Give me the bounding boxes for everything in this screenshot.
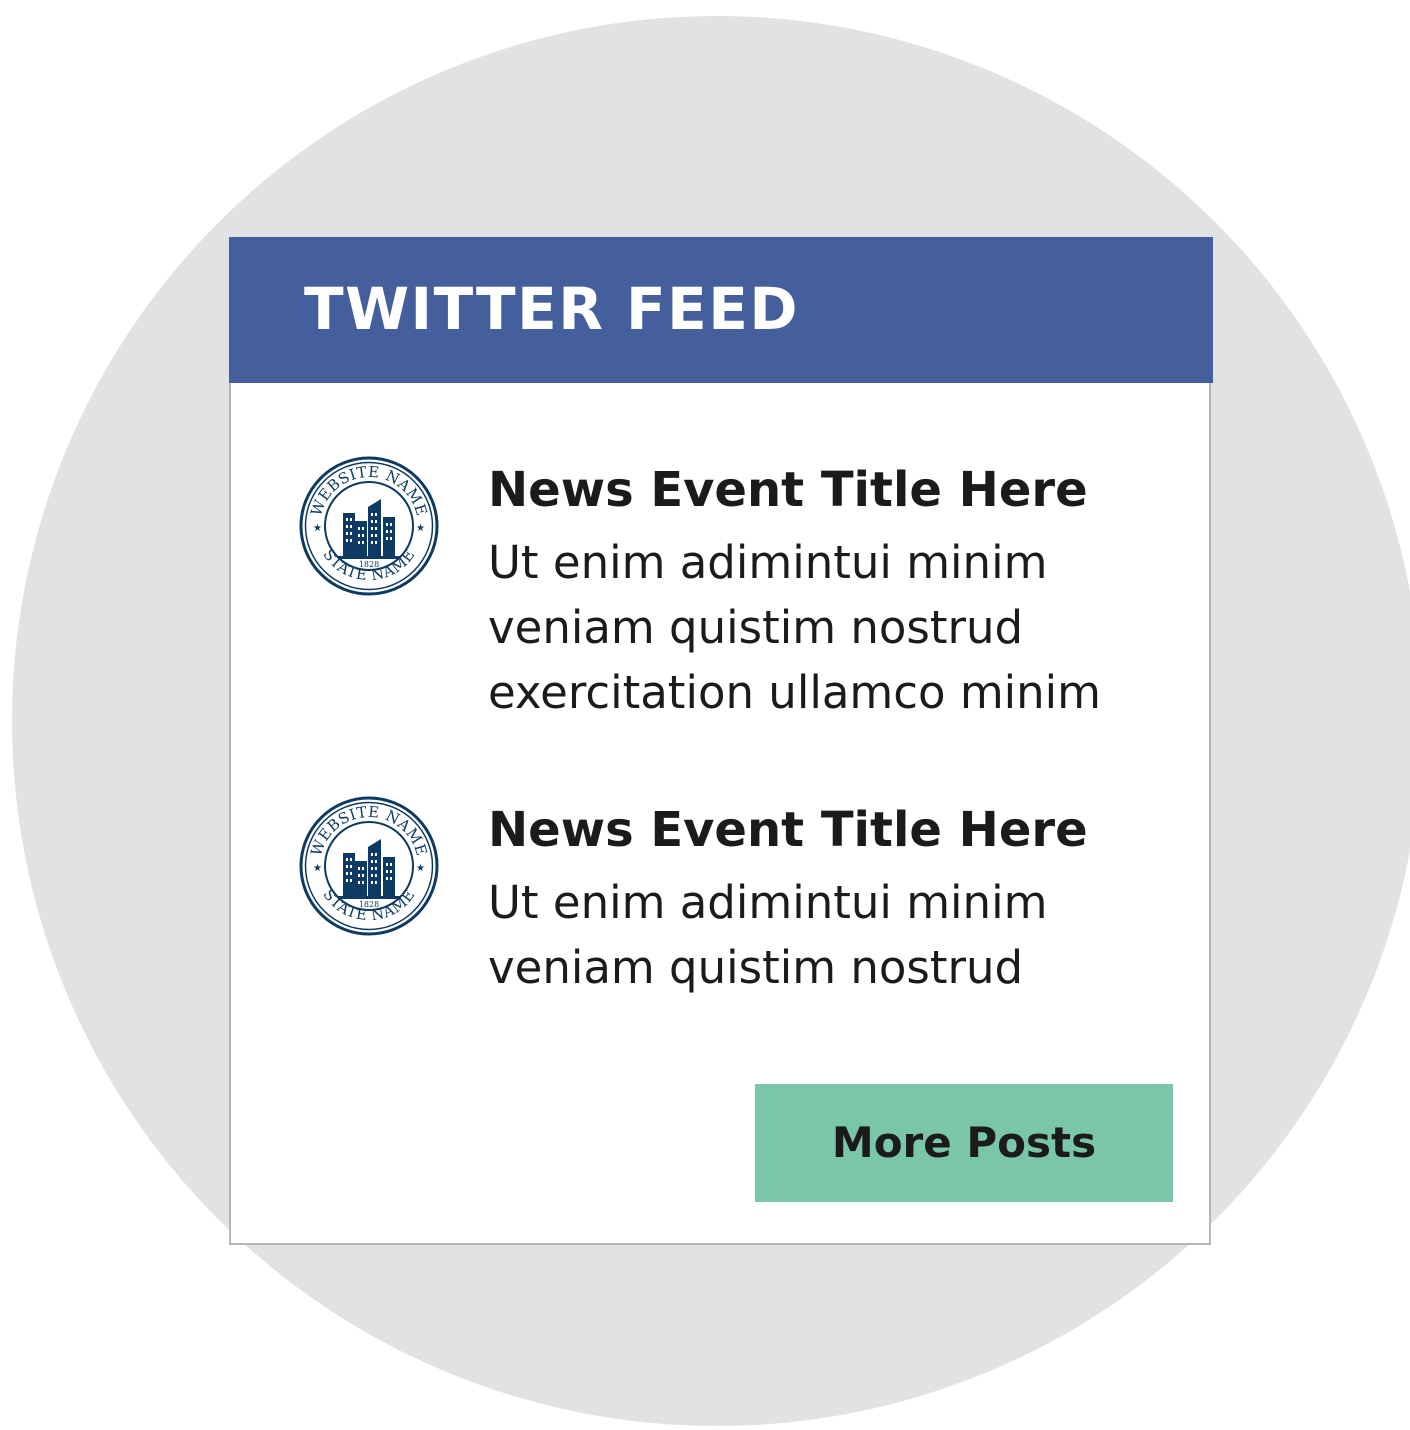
post-content: News Event Title Here Ut enim adimintui … bbox=[488, 800, 1188, 1000]
post-body: Ut enim adimintui minim veniam quistim n… bbox=[488, 530, 1188, 725]
svg-text:★: ★ bbox=[416, 863, 425, 874]
more-posts-button[interactable]: More Posts bbox=[755, 1084, 1173, 1202]
stage: TWITTER FEED WEBSITE NAME STATE NAME ★ ★… bbox=[0, 0, 1410, 1430]
post-title[interactable]: News Event Title Here bbox=[488, 800, 1188, 860]
widget-header: TWITTER FEED bbox=[229, 237, 1213, 383]
widget-title: TWITTER FEED bbox=[304, 275, 800, 343]
svg-text:★: ★ bbox=[313, 523, 322, 534]
svg-text:★: ★ bbox=[416, 523, 425, 534]
twitter-feed-widget: TWITTER FEED WEBSITE NAME STATE NAME ★ ★… bbox=[229, 237, 1213, 1245]
post-content: News Event Title Here Ut enim adimintui … bbox=[488, 460, 1188, 725]
post-body: Ut enim adimintui minim veniam quistim n… bbox=[488, 870, 1188, 1000]
seal-year: 1828 bbox=[359, 560, 379, 569]
post-title[interactable]: News Event Title Here bbox=[488, 460, 1188, 520]
building-seal-icon: WEBSITE NAME STATE NAME ★ ★ 1828 bbox=[299, 456, 439, 596]
building-seal-icon: WEBSITE NAME STATE NAME ★ ★ 1828 bbox=[299, 796, 439, 936]
seal-year: 1828 bbox=[359, 900, 379, 909]
svg-text:★: ★ bbox=[313, 863, 322, 874]
post-body-line: veniam quistim nostrud bbox=[488, 941, 1024, 994]
post-body-line: Ut enim adimintui minim bbox=[488, 876, 1048, 929]
post-body-line: exercitation ullamco minim bbox=[488, 666, 1102, 719]
post-body-line: veniam quistim nostrud bbox=[488, 601, 1024, 654]
post-body-line: Ut enim adimintui minim bbox=[488, 536, 1048, 589]
